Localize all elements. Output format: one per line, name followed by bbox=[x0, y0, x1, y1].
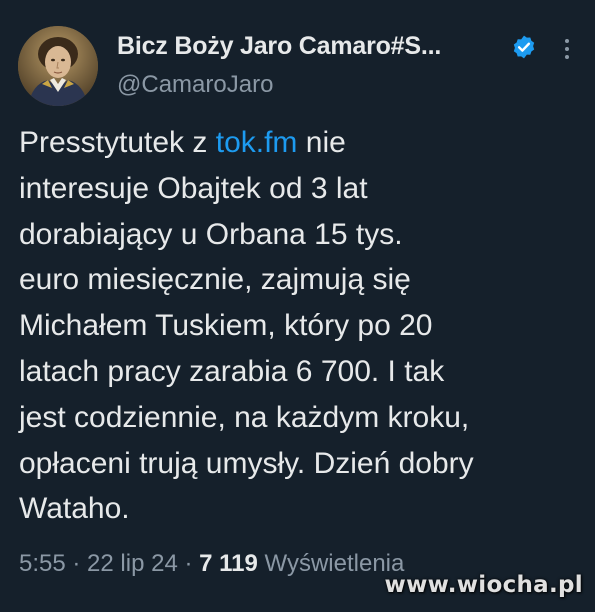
tweet-time[interactable]: 5:55 bbox=[19, 550, 66, 577]
tweet-line: latach pracy zarabia 6 700. I tak bbox=[19, 354, 445, 388]
views-count[interactable]: 7 119 bbox=[199, 550, 258, 577]
tokfm-link[interactable]: tok.fm bbox=[216, 126, 298, 159]
tweet-text-segment: nie bbox=[297, 126, 346, 159]
tweet-text-segment: Presstytutek z bbox=[19, 126, 216, 159]
tweet-line: jest codziennie, na każdym kroku, bbox=[19, 400, 470, 434]
tweet-card: Bicz Boży Jaro Camaro#S... @CamaroJaro P… bbox=[0, 0, 595, 612]
author-name[interactable]: Bicz Boży Jaro Camaro#S... bbox=[117, 32, 441, 61]
site-watermark: www.wiocha.pl bbox=[384, 572, 583, 598]
portrait-avatar-icon bbox=[18, 26, 98, 106]
tweet-date[interactable]: 22 lip 24 bbox=[87, 550, 178, 577]
views-label[interactable]: Wyświetlenia bbox=[258, 550, 405, 577]
meta-separator: · bbox=[177, 550, 200, 577]
verified-badge-icon bbox=[513, 35, 535, 59]
more-options-icon[interactable] bbox=[560, 36, 574, 62]
tweet-line: interesuje Obajtek od 3 lat bbox=[19, 171, 368, 205]
tweet-line: euro miesięcznie, zajmują się bbox=[19, 263, 411, 297]
tweet-line: Presstytutek z tok.fm nie bbox=[19, 120, 589, 166]
author-handle[interactable]: @CamaroJaro bbox=[117, 71, 273, 99]
tweet-line: dorabiający u Orbana 15 tys. bbox=[19, 217, 403, 251]
tweet-meta: 5:55 · 22 lip 24 · 7 119 Wyświetlenia bbox=[19, 550, 404, 578]
tweet-line: Wataho. bbox=[19, 492, 130, 526]
author-avatar[interactable] bbox=[18, 26, 98, 106]
tweet-text: Presstytutek z tok.fm nie interesuje Oba… bbox=[19, 120, 589, 532]
meta-separator: · bbox=[65, 550, 88, 577]
tweet-line: opłaceni trują umysły. Dzień dobry bbox=[19, 446, 474, 480]
tweet-line: Michałem Tuskiem, który po 20 bbox=[19, 309, 433, 343]
